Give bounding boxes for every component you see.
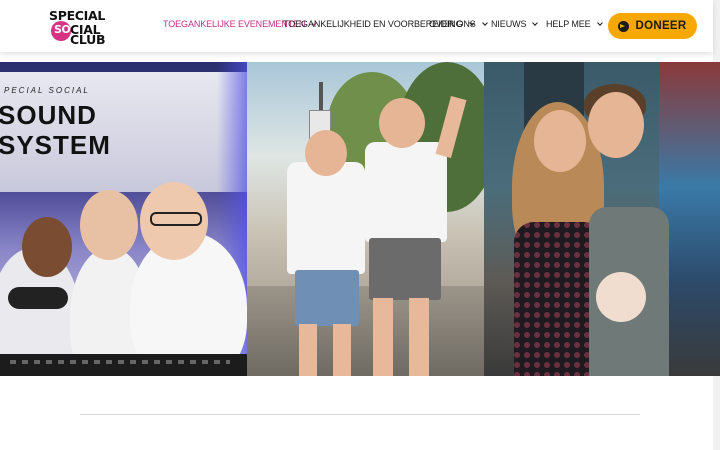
leg [373,298,393,376]
leg [409,298,429,376]
nav-label: HELP MEE [546,19,591,29]
arrow-circle-icon [618,20,630,32]
white-shirt [287,162,365,274]
photo-dj-stage: PECIAL SOCIAL SOUND SYSTEM [0,62,247,376]
nav-item-help-mee[interactable]: HELP MEE [546,19,603,29]
person-head [305,130,347,176]
person-head [80,190,138,260]
special-social-club-logo[interactable]: SPECIAL SO CIAL CLUB [48,8,108,47]
glasses-icon [150,212,202,226]
dj-mixer [0,354,247,376]
donate-label: DONEER [635,20,687,32]
nav-item-nieuws[interactable]: NIEUWS [491,19,539,29]
person-head [22,217,72,277]
nav-item-over-ons[interactable]: OVER ONS [429,19,488,29]
nav-label: OVER ONS [429,19,476,29]
white-shirt [365,142,447,242]
logo-line-3: CLUB [70,32,106,47]
photo-couple-wall [484,62,720,376]
denim-shorts [295,270,359,326]
section-divider [80,414,640,415]
street-pavement [247,286,484,376]
nav-label: NIEUWS [491,19,527,29]
headphones-icon [8,287,68,309]
person-head [534,110,586,172]
chevron-down-icon [532,19,539,26]
person-head [588,92,644,158]
chevron-down-icon [481,19,488,26]
leg [299,324,317,376]
leg [333,324,351,376]
person-head [379,98,425,148]
logo-line-1: SPECIAL [49,8,106,23]
banner-text-line-1: PECIAL SOCIAL [4,86,90,95]
chevron-down-icon [596,19,603,26]
grey-shorts [369,238,441,300]
banner-text-line-3: SYSTEM [0,130,111,160]
sound-system-banner: PECIAL SOCIAL SOUND SYSTEM [0,72,247,192]
handbag [596,272,646,322]
photo-street-friends [247,62,484,376]
banner-text-line-2: SOUND [0,100,97,130]
hero-photo-strip: PECIAL SOCIAL SOUND SYSTEM [0,62,720,376]
donate-button[interactable]: DONEER [608,13,697,39]
logo-mark: SO [54,23,71,36]
site-header: SPECIAL SO CIAL CLUB TOEGANKELIJKE EVENE… [0,0,713,52]
